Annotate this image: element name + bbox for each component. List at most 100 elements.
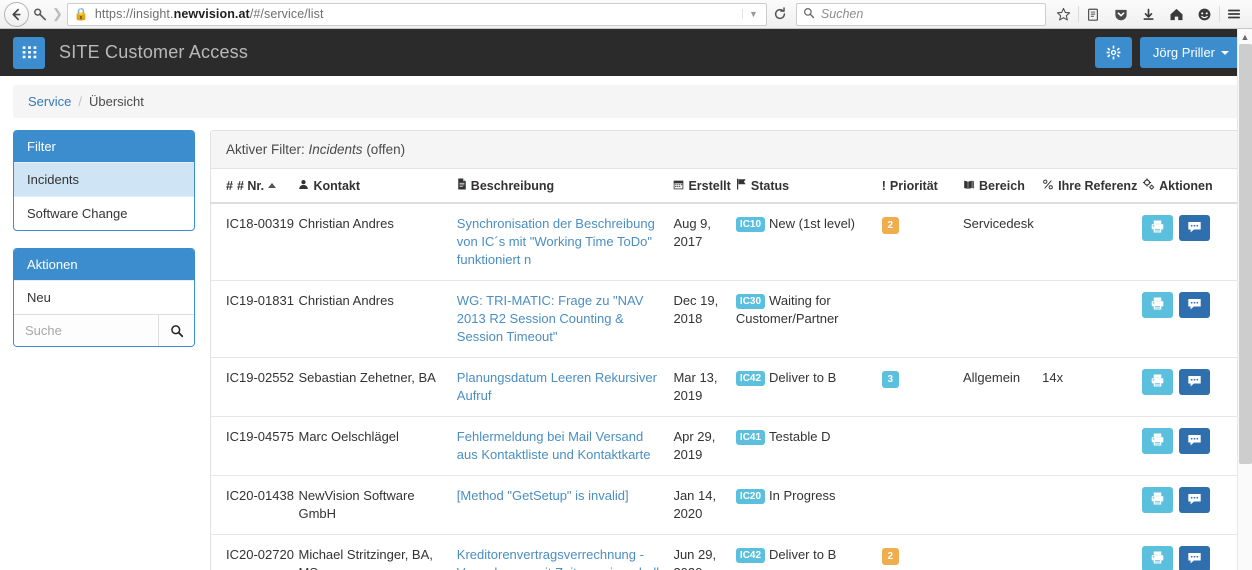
browser-search-bar[interactable]: Suchen	[795, 2, 1046, 26]
hamburger-menu-icon[interactable]	[1220, 2, 1248, 26]
magnifier-icon	[170, 324, 183, 337]
home-icon[interactable]	[1163, 2, 1191, 26]
table-row[interactable]: IC19-01831 Christian Andres WG: TRI-MATIC:…	[211, 280, 1238, 358]
comment-action-button[interactable]	[1179, 487, 1211, 513]
print-action-button[interactable]	[1142, 369, 1174, 395]
comment-action-button[interactable]	[1179, 369, 1211, 395]
nav-separator-chevron: ❯	[52, 6, 63, 21]
page-scrollbar[interactable]: ▲	[1237, 29, 1252, 570]
printer-icon	[1150, 373, 1165, 391]
cell-prioritaet: 2	[881, 203, 963, 281]
document-icon	[457, 178, 467, 193]
cell-nr: IC19-04575	[211, 416, 299, 476]
cell-erstellt: Jan 14, 2020	[673, 475, 736, 535]
sidebar-search-input[interactable]	[14, 315, 158, 346]
url-bar[interactable]: 🔒 https://insight.newvision.at/#/service…	[66, 2, 767, 26]
printer-icon	[1150, 491, 1165, 509]
breadcrumb-current: Übersicht	[88, 94, 144, 109]
incident-description-link[interactable]: WG: TRI-MATIC: Frage zu "NAV 2013 R2 Ses…	[457, 293, 644, 344]
col-header-kontakt[interactable]: Kontakt	[298, 169, 457, 204]
content-area: Filter Incidents Software Change Aktione…	[0, 118, 1252, 570]
cell-referenz	[1042, 203, 1143, 281]
col-header-referenz[interactable]: Ihre Referenz	[1042, 169, 1143, 204]
printer-icon	[1150, 219, 1165, 237]
brand-apps-button[interactable]	[13, 36, 45, 69]
cell-nr: IC19-02552	[211, 357, 299, 417]
cell-kontakt: Sebastian Zehetner, BA	[298, 357, 457, 417]
forward-button[interactable]	[27, 2, 53, 27]
cell-referenz: 14x	[1042, 357, 1143, 417]
col-header-prioritaet[interactable]: ! Priorität	[881, 169, 963, 204]
url-dropdown-icon[interactable]: ▼	[741, 9, 764, 19]
col-header-nr-label: # Nr.	[236, 178, 265, 193]
app-title: SITE Customer Access	[59, 42, 249, 62]
col-header-beschreibung-label: Beschreibung	[470, 179, 555, 193]
status-code-badge: IC41	[735, 430, 766, 445]
bookmark-star-icon[interactable]	[1050, 2, 1078, 26]
incident-description-link[interactable]: Planungsdatum Leeren Rekursiver Aufruf	[457, 370, 657, 403]
sidebar-item-software-change[interactable]: Software Change	[14, 196, 194, 230]
cell-prioritaet	[881, 280, 963, 358]
table-row[interactable]: IC20-01438 NewVision Software GmbH [Method…	[211, 475, 1238, 535]
actions-panel: Aktionen Neu	[13, 248, 195, 347]
back-arrow-icon	[12, 8, 21, 20]
link-icon	[1042, 179, 1054, 193]
incident-description-link[interactable]: Fehlermeldung bei Mail Versand aus Konta…	[457, 429, 651, 462]
incidents-table: # # Nr. Kontakt Beschreibung Erstellt St…	[211, 169, 1238, 570]
incidents-table-head: # # Nr. Kontakt Beschreibung Erstellt St…	[211, 169, 1238, 204]
sidebar-item-incidents[interactable]: Incidents	[14, 162, 194, 196]
col-header-prioritaet-label: Priorität	[889, 178, 938, 193]
col-header-status[interactable]: Status	[735, 169, 882, 204]
comment-action-button[interactable]	[1179, 546, 1211, 570]
print-action-button[interactable]	[1142, 546, 1174, 570]
cell-status: IC41 Testable D	[735, 416, 882, 476]
print-action-button[interactable]	[1142, 292, 1174, 318]
col-header-kontakt-label: Kontakt	[313, 178, 361, 193]
sidebar-search-button[interactable]	[158, 315, 194, 346]
back-button[interactable]	[4, 1, 29, 27]
col-header-erstellt[interactable]: Erstellt	[673, 169, 736, 204]
sidebar-item-neu[interactable]: Neu	[14, 280, 194, 314]
breadcrumb-link-service[interactable]: Service	[28, 94, 71, 109]
nav-buttons: ❯	[4, 1, 64, 27]
comment-action-button[interactable]	[1179, 292, 1211, 318]
incident-description-link[interactable]: Kreditorenvertragsverrechnung - Verrechn…	[457, 547, 664, 570]
comment-action-button[interactable]	[1179, 428, 1211, 454]
cell-erstellt: Dec 19, 2018	[673, 280, 736, 358]
table-row[interactable]: IC20-02720Michael Stritzinger, BA, MScKr…	[211, 534, 1238, 570]
reload-button[interactable]	[767, 2, 793, 26]
active-filter-suffix: (offen)	[362, 142, 406, 157]
library-icon[interactable]	[1079, 2, 1107, 26]
scrollbar-thumb[interactable]	[1239, 44, 1252, 464]
pocket-icon[interactable]	[1107, 2, 1135, 26]
cell-prioritaet: 2	[881, 534, 963, 570]
table-row[interactable]: IC18-00319 Christian Andres Synchronisatio…	[211, 203, 1238, 281]
print-action-button[interactable]	[1142, 487, 1174, 513]
downloads-icon[interactable]	[1135, 2, 1163, 26]
user-icon	[298, 179, 309, 193]
print-action-button[interactable]	[1142, 215, 1174, 241]
col-header-aktionen[interactable]: Aktionen	[1142, 169, 1238, 204]
incidents-card: Aktiver Filter: Incidents (offen) # # Nr.…	[210, 130, 1239, 570]
cell-prioritaet	[881, 416, 963, 476]
print-action-button[interactable]	[1142, 428, 1174, 454]
printer-icon	[1150, 550, 1165, 568]
user-menu-button[interactable]: Jörg Priller	[1139, 37, 1242, 68]
col-header-beschreibung[interactable]: Beschreibung	[456, 169, 674, 204]
cell-nr: IC20-01438	[211, 475, 299, 535]
scroll-up-arrow[interactable]: ▲	[1238, 29, 1252, 44]
table-row[interactable]: IC19-04575 Marc Oelschlägel Fehlermeldung …	[211, 416, 1238, 476]
settings-button[interactable]	[1094, 37, 1132, 68]
cell-beschreibung: Synchronisation der Beschreibung von IC´…	[456, 203, 674, 281]
table-row[interactable]: IC19-02552 Sebastian Zehetner, BA Planungs…	[211, 357, 1238, 417]
col-header-nr[interactable]: # # Nr.	[211, 169, 299, 204]
incident-description-link[interactable]: Synchronisation der Beschreibung von IC´…	[457, 216, 655, 267]
sync-account-icon[interactable]	[1191, 2, 1219, 26]
gear-icon	[1106, 45, 1121, 60]
incident-description-link[interactable]: [Method "GetSetup" is invalid]	[457, 488, 629, 503]
comment-action-button[interactable]	[1179, 215, 1211, 241]
cell-prioritaet: 3	[881, 357, 963, 417]
col-header-bereich[interactable]: Bereich	[962, 169, 1043, 204]
breadcrumb-wrapper: Service / Übersicht	[0, 76, 1252, 118]
cell-aktionen	[1142, 357, 1238, 417]
